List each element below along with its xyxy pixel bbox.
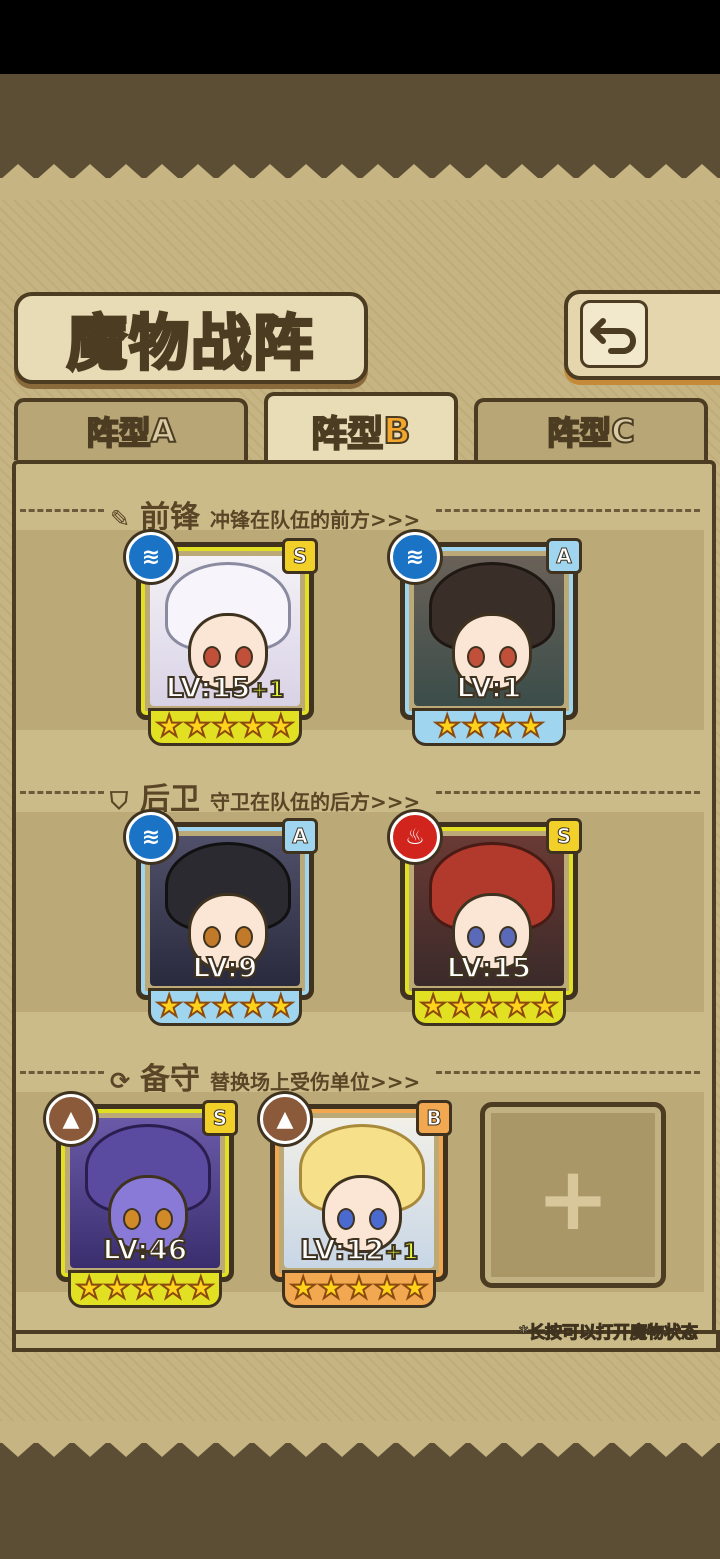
water-element-icon: ≋ (390, 532, 440, 582)
tab-suffix: C (610, 411, 636, 451)
level-label: LV:12+1 (299, 1232, 419, 1267)
divider (20, 791, 104, 794)
tab-formation-b[interactable]: 阵型 B (264, 392, 458, 466)
star-icon: ★ (155, 709, 184, 744)
rank-badge: S (546, 818, 582, 854)
empty-reserve-slot[interactable]: + (480, 1102, 666, 1288)
sword-icon: ✎ (110, 505, 131, 533)
star-icon: ★ (103, 1271, 132, 1306)
tab-label: 阵型 (546, 413, 612, 453)
shield-icon: ⛉ (110, 787, 128, 815)
formation-tabs: 阵型 A 阵型 B 阵型 C (0, 392, 720, 466)
star-icon: ★ (461, 709, 490, 744)
star-icon: ★ (419, 989, 448, 1024)
water-element-icon: ≋ (126, 532, 176, 582)
divider (20, 509, 104, 512)
status-bar (0, 0, 720, 74)
level-label: LV:9 (191, 950, 258, 985)
star-icon: ★ (475, 989, 504, 1024)
star-icon: ★ (317, 1271, 346, 1306)
level-label: LV:15+1 (165, 670, 285, 705)
earth-element-icon: ▲ (260, 1094, 310, 1144)
front-row (16, 530, 704, 730)
star-icon: ★ (211, 989, 240, 1024)
star-icon: ★ (183, 709, 212, 744)
section-desc: 守卫在队伍的后方>>> (210, 790, 421, 814)
star-icon: ★ (266, 989, 295, 1024)
level-label: LV:46 (102, 1232, 189, 1267)
plus-icon: + (536, 1147, 610, 1250)
star-icon: ★ (158, 1271, 187, 1306)
star-icon: ★ (238, 709, 267, 744)
star-icon: ★ (447, 989, 476, 1024)
fire-element-icon: ♨ (390, 812, 440, 862)
star-icon: ★ (530, 989, 559, 1024)
page-title-text: 魔物战阵 (66, 307, 315, 380)
divider (436, 509, 700, 512)
star-icon: ★ (186, 1271, 215, 1306)
star-icon: ★ (289, 1271, 318, 1306)
star-icon: ★ (238, 989, 267, 1024)
level-label: LV:15 (446, 950, 533, 985)
monster-card-back-1[interactable]: ≋ A LV:9 ★ ★ ★ ★ ★ (126, 812, 318, 1026)
level-label: LV:1 (455, 670, 522, 705)
star-icon: ★ (400, 1271, 429, 1306)
back-row (16, 812, 704, 1012)
back-arrow-icon (580, 300, 648, 368)
back-button[interactable] (564, 290, 720, 380)
tab-suffix: A (150, 411, 177, 451)
tab-label: 阵型 (310, 413, 384, 456)
star-icon: ★ (183, 989, 212, 1024)
star-rating: ★ ★ ★ ★ ★ (412, 988, 566, 1026)
star-rating: ★ ★ ★ ★ (412, 708, 566, 746)
rank-badge: S (282, 538, 318, 574)
monster-card-reserve-1[interactable]: ▲ S LV:46 ★ ★ ★ ★ ★ (46, 1094, 238, 1308)
water-element-icon: ≋ (126, 812, 176, 862)
tab-formation-c[interactable]: 阵型 C (474, 398, 708, 460)
star-icon: ★ (433, 709, 462, 744)
bottom-zigzag (0, 1421, 720, 1457)
section-desc: 替换场上受伤单位>>> (210, 1070, 421, 1094)
star-icon: ★ (75, 1271, 104, 1306)
page-title: 魔物战阵 (14, 292, 368, 384)
divider (436, 1071, 700, 1074)
star-rating: ★ ★ ★ ★ ★ (68, 1270, 222, 1308)
earth-element-icon: ▲ (46, 1094, 96, 1144)
rank-badge: S (202, 1100, 238, 1136)
swap-icon: ⟳ (110, 1067, 131, 1095)
divider (436, 791, 700, 794)
rank-badge: A (546, 538, 582, 574)
star-icon: ★ (489, 709, 518, 744)
star-icon: ★ (372, 1271, 401, 1306)
tab-suffix: B (382, 410, 411, 453)
monster-card-front-2[interactable]: ≋ A LV:1 ★ ★ ★ ★ (390, 532, 582, 746)
star-rating: ★ ★ ★ ★ ★ (148, 708, 302, 746)
section-reserve-header: ⟳ 备守 替换场上受伤单位>>> (16, 1046, 704, 1098)
divider (20, 1071, 104, 1074)
monster-card-reserve-2[interactable]: ▲ B LV:12+1 ★ ★ ★ ★ ★ (260, 1094, 452, 1308)
top-zigzag (0, 164, 720, 200)
hint-text: *长按可以打开魔物状态 (519, 1323, 699, 1344)
section-back-header: ⛉ 后卫 守卫在队伍的后方>>> (16, 766, 704, 818)
rank-badge: B (416, 1100, 452, 1136)
monster-card-front-1[interactable]: ≋ S LV:15+1 ★ ★ ★ ★ ★ (126, 532, 318, 746)
star-icon: ★ (131, 1271, 160, 1306)
star-icon: ★ (502, 989, 531, 1024)
star-icon: ★ (345, 1271, 374, 1306)
star-icon: ★ (211, 709, 240, 744)
star-icon: ★ (516, 709, 545, 744)
tab-formation-a[interactable]: 阵型 A (14, 398, 248, 460)
tab-label: 阵型 (86, 413, 152, 453)
star-icon: ★ (155, 989, 184, 1024)
section-desc: 冲锋在队伍的前方>>> (210, 508, 421, 532)
rank-badge: A (282, 818, 318, 854)
star-rating: ★ ★ ★ ★ ★ (282, 1270, 436, 1308)
star-icon: ★ (266, 709, 295, 744)
star-rating: ★ ★ ★ ★ ★ (148, 988, 302, 1026)
section-front-header: ✎ 前锋 冲锋在队伍的前方>>> (16, 484, 704, 536)
monster-card-back-2[interactable]: ♨ S LV:15 ★ ★ ★ ★ ★ (390, 812, 582, 1026)
